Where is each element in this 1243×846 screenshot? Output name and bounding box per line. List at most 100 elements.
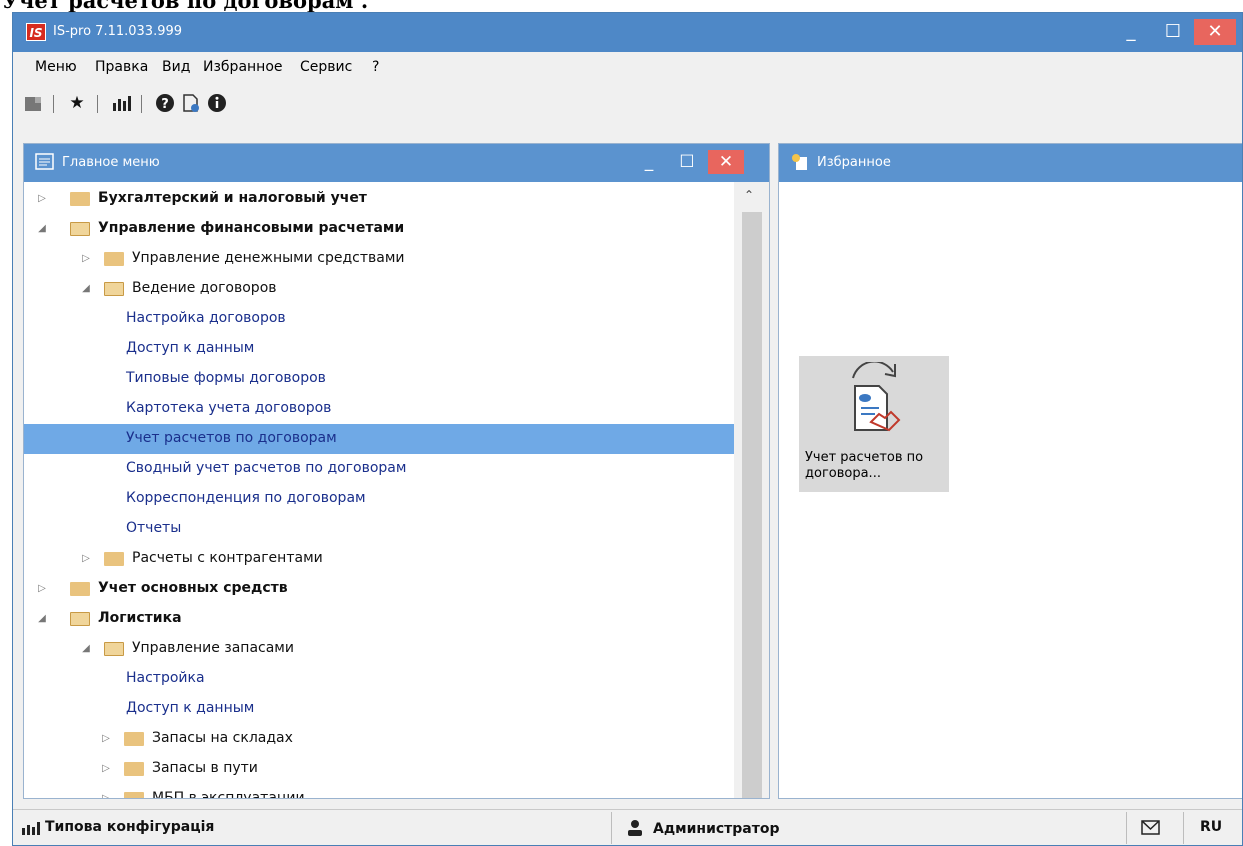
panel-close-button[interactable]: ✕ <box>708 150 744 174</box>
document-info-icon[interactable] <box>181 93 201 113</box>
menu-item-edit[interactable]: Правка <box>95 59 148 75</box>
tree-item-row[interactable]: Типовые формы договоров <box>24 364 734 394</box>
tree-folder-row[interactable]: ◢ Логистика <box>24 604 734 634</box>
tree-label: Настройка договоров <box>126 310 286 326</box>
favorites-header: Избранное <box>779 144 1242 182</box>
menu-item-menu[interactable]: Меню <box>35 59 77 75</box>
main-menu-tree: ▷ Бухгалтерский и налоговый учет ◢ Управлен… <box>24 182 734 798</box>
tree-label: Расчеты с контрагентами <box>132 550 323 566</box>
help-icon[interactable]: ? <box>155 93 175 113</box>
app-logo-icon: IS <box>26 23 46 41</box>
panel-minimize-button[interactable]: _ <box>631 150 667 174</box>
tree-folder-row[interactable]: ◢ Управление финансовыми расчетами <box>24 214 734 244</box>
collapsed-arrow-icon[interactable]: ▷ <box>36 193 48 205</box>
panel-maximize-button[interactable]: ☐ <box>669 150 705 174</box>
tree-label: Доступ к данным <box>126 340 255 356</box>
menu-item-service[interactable]: Сервис <box>300 59 352 75</box>
main-menu-panel: Главное меню _ ☐ ✕ ▷ Бухгалтерский и нало… <box>23 143 770 799</box>
toolbar-separator <box>97 95 98 113</box>
folder-open-icon <box>104 642 124 656</box>
toolbar-separator <box>53 95 54 113</box>
folder-icon <box>104 552 124 566</box>
window-minimize-button[interactable]: _ <box>1110 19 1152 45</box>
top-caption-text: Учет расчетов по договорам . <box>2 0 368 12</box>
info-icon[interactable] <box>207 93 227 113</box>
favorite-tile-contract-settlements[interactable]: Учет расчетов по договора... <box>799 356 949 492</box>
expanded-arrow-icon[interactable]: ◢ <box>36 223 48 235</box>
main-menu-icon <box>35 153 55 171</box>
tree-label: Запасы на складах <box>152 730 293 746</box>
tree-folder-row[interactable]: ▷ Запасы на складах <box>24 724 734 754</box>
status-config: Типова конфігурація <box>45 819 215 835</box>
expanded-arrow-icon[interactable]: ◢ <box>36 613 48 625</box>
main-menu-title: Главное меню <box>62 155 160 170</box>
favorites-title: Избранное <box>817 155 891 170</box>
tree-folder-row[interactable]: ▷ МБП в эксплуатации <box>24 784 734 798</box>
tree-label: Управление запасами <box>132 640 294 656</box>
tree-folder-row[interactable]: ▷ Запасы в пути <box>24 754 734 784</box>
folder-icon <box>124 732 144 746</box>
user-icon <box>627 819 643 841</box>
status-separator <box>1183 812 1184 844</box>
collapsed-arrow-icon[interactable]: ▷ <box>100 763 112 775</box>
menu-item-view[interactable]: Вид <box>162 59 190 75</box>
folder-open-icon <box>70 612 90 626</box>
tree-folder-row[interactable]: ◢ Ведение договоров <box>24 274 734 304</box>
tree-folder-row[interactable]: ▷ Учет основных средств <box>24 574 734 604</box>
toolbar: ★ ? <box>13 83 1242 123</box>
tree-item-row[interactable]: Учет расчетов по договорам <box>24 424 734 454</box>
main-menu-header: Главное меню _ ☐ ✕ <box>24 144 769 182</box>
mail-icon[interactable] <box>1141 820 1161 840</box>
status-user: Администратор <box>653 821 780 837</box>
status-bar: Типова конфігурація Администратор RU <box>13 809 1242 845</box>
tree-label: Корреспонденция по договорам <box>126 490 366 506</box>
collapsed-arrow-icon[interactable]: ▷ <box>100 733 112 745</box>
collapsed-arrow-icon[interactable]: ▷ <box>80 553 92 565</box>
favorites-icon <box>790 153 810 171</box>
tree-item-row[interactable]: Отчеты <box>24 514 734 544</box>
expanded-arrow-icon[interactable]: ◢ <box>80 643 92 655</box>
window-title: IS-pro 7.11.033.999 <box>53 24 183 39</box>
tree-label: Учет основных средств <box>98 580 288 596</box>
tree-label: Ведение договоров <box>132 280 277 296</box>
window-close-button[interactable]: ✕ <box>1194 19 1236 45</box>
tree-scrollbar[interactable]: ⌃ <box>734 182 769 798</box>
window-maximize-button[interactable]: ☐ <box>1152 19 1194 45</box>
collapsed-arrow-icon[interactable]: ▷ <box>36 583 48 595</box>
tree-item-row[interactable]: Сводный учет расчетов по договорам <box>24 454 734 484</box>
tree-folder-row[interactable]: ▷ Управление денежными средствами <box>24 244 734 274</box>
tree-folder-row[interactable]: ▷ Бухгалтерский и налоговый учет <box>24 184 734 214</box>
tree-item-row[interactable]: Доступ к данным <box>24 334 734 364</box>
status-separator <box>611 812 612 844</box>
expanded-arrow-icon[interactable]: ◢ <box>80 283 92 295</box>
folder-icon <box>124 762 144 776</box>
tree-label: Настройка <box>126 670 205 686</box>
tree-folder-row[interactable]: ◢ Управление запасами <box>24 634 734 664</box>
collapsed-arrow-icon[interactable]: ▷ <box>100 793 112 798</box>
status-language[interactable]: RU <box>1200 819 1222 835</box>
tree-item-row[interactable]: Настройка договоров <box>24 304 734 334</box>
star-icon[interactable]: ★ <box>67 93 87 113</box>
app-window: IS IS-pro 7.11.033.999 _ ☐ ✕ Меню Правка… <box>12 12 1243 846</box>
menu-bar: Меню Правка Вид Избранное Сервис ? <box>13 52 1242 81</box>
top-caption: Учет расчетов по договорам . <box>0 0 1243 12</box>
folder-open-icon <box>70 222 90 236</box>
menu-item-favorites[interactable]: Избранное <box>203 59 283 75</box>
chart-icon[interactable] <box>111 93 131 113</box>
folder-icon <box>124 792 144 798</box>
scroll-up-icon[interactable]: ⌃ <box>744 188 754 202</box>
tree-label: Управление денежными средствами <box>132 250 405 266</box>
module-icon[interactable] <box>23 93 43 113</box>
tree-item-row[interactable]: Картотека учета договоров <box>24 394 734 424</box>
tree-label: Доступ к данным <box>126 700 255 716</box>
tree-label: Отчеты <box>126 520 182 536</box>
menu-item-help[interactable]: ? <box>372 59 379 75</box>
folder-icon <box>70 582 90 596</box>
tree-item-row[interactable]: Доступ к данным <box>24 694 734 724</box>
tree-folder-row[interactable]: ▷ Расчеты с контрагентами <box>24 544 734 574</box>
tree-label: Сводный учет расчетов по договорам <box>126 460 407 476</box>
collapsed-arrow-icon[interactable]: ▷ <box>80 253 92 265</box>
scroll-thumb[interactable] <box>742 212 762 798</box>
tree-item-row[interactable]: Корреспонденция по договорам <box>24 484 734 514</box>
tree-item-row[interactable]: Настройка <box>24 664 734 694</box>
